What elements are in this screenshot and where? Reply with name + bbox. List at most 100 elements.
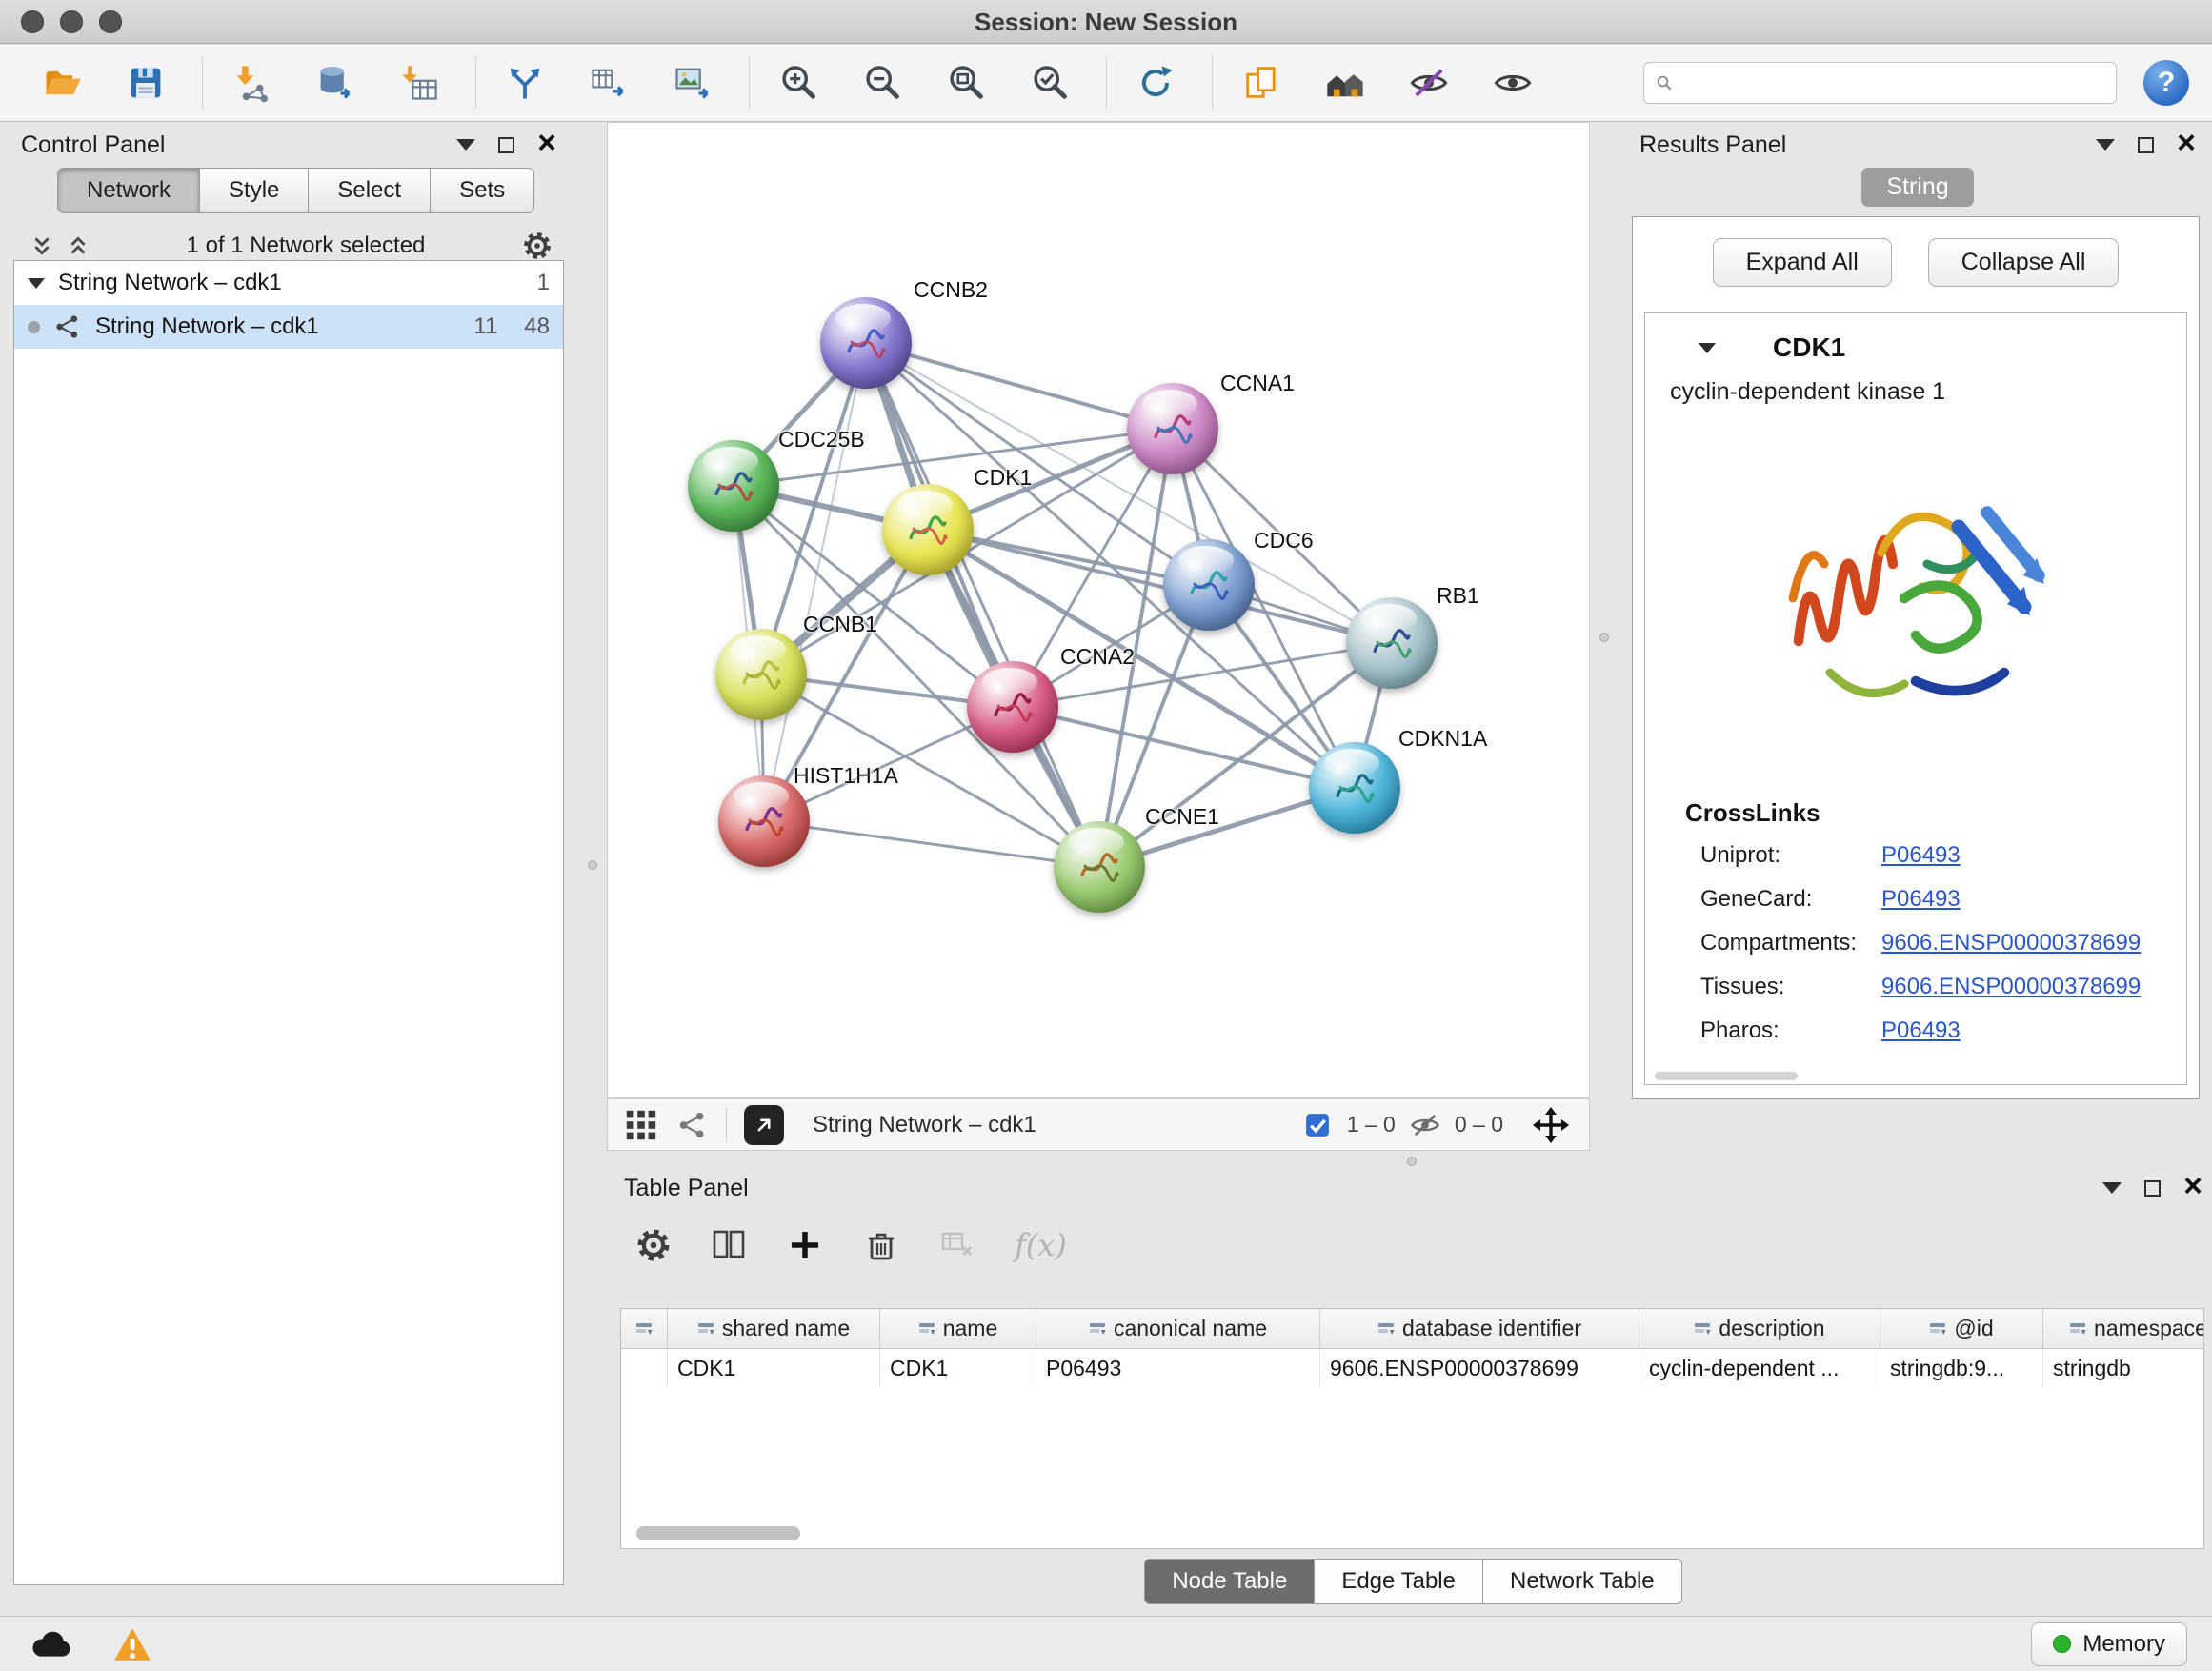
- home-neighbors-icon[interactable]: [1316, 53, 1375, 112]
- delete-column-trash-icon[interactable]: [862, 1226, 900, 1264]
- left-splitter-handle[interactable]: [588, 860, 597, 870]
- panel-close-icon[interactable]: ×: [537, 127, 556, 159]
- network-share-icon[interactable]: [676, 1109, 709, 1141]
- network-node-rb1[interactable]: [1346, 597, 1438, 689]
- show-all-eye-icon[interactable]: [1483, 53, 1542, 112]
- network-collection-row[interactable]: String Network – cdk1 1: [14, 261, 563, 305]
- network-node-ccne1[interactable]: [1054, 821, 1145, 913]
- column-header-name[interactable]: name: [880, 1309, 1036, 1348]
- protein-thumbnail-icon: [709, 463, 758, 513]
- network-node-cdkn1a[interactable]: [1309, 742, 1400, 834]
- table-cell[interactable]: P06493: [1036, 1349, 1320, 1387]
- network-node-cdc6[interactable]: [1163, 539, 1255, 631]
- tab-node-table[interactable]: Node Table: [1144, 1559, 1315, 1604]
- export-image-icon[interactable]: [663, 53, 722, 112]
- search-input[interactable]: [1682, 70, 2104, 96]
- panel-menu-icon[interactable]: [2102, 1182, 2122, 1194]
- import-network-file-icon[interactable]: [222, 53, 281, 112]
- column-header-namespace[interactable]: namespace: [2043, 1309, 2204, 1348]
- import-network-database-icon[interactable]: [306, 53, 365, 112]
- export-network-icon[interactable]: [579, 53, 638, 112]
- copy-document-icon[interactable]: [1232, 53, 1291, 112]
- save-session-icon[interactable]: [116, 53, 175, 112]
- open-in-browser-icon[interactable]: [744, 1105, 784, 1145]
- network-options-gear-icon[interactable]: [522, 231, 553, 261]
- gene-disclosure-triangle-icon[interactable]: [1699, 343, 1716, 353]
- birdseye-crosshair-icon[interactable]: [1532, 1106, 1570, 1144]
- tab-sets[interactable]: Sets: [431, 168, 534, 213]
- column-header--id[interactable]: @id: [1880, 1309, 2043, 1348]
- column-header-canonical-name[interactable]: canonical name: [1036, 1309, 1320, 1348]
- search-box[interactable]: [1643, 62, 2117, 104]
- collapse-all-chevron-icon[interactable]: [67, 234, 90, 257]
- memory-button[interactable]: Memory: [2031, 1622, 2187, 1666]
- crosslink-value-link[interactable]: P06493: [1881, 1017, 1961, 1044]
- open-session-icon[interactable]: [32, 53, 91, 112]
- panel-close-icon[interactable]: ×: [2177, 127, 2196, 159]
- zoom-in-icon[interactable]: [769, 53, 828, 112]
- warning-icon[interactable]: [112, 1626, 152, 1662]
- zoom-selected-icon[interactable]: [1020, 53, 1079, 112]
- tab-style[interactable]: Style: [200, 168, 309, 213]
- crosslink-value-link[interactable]: P06493: [1881, 842, 1961, 869]
- panel-close-icon[interactable]: ×: [2183, 1170, 2202, 1202]
- panel-float-icon[interactable]: [2138, 137, 2154, 153]
- hide-selected-eye-icon[interactable]: [1399, 53, 1458, 112]
- table-cell[interactable]: cyclin-dependent ...: [1639, 1349, 1880, 1387]
- table-cell[interactable]: CDK1: [880, 1349, 1036, 1387]
- table-options-gear-icon[interactable]: [635, 1227, 672, 1263]
- tab-network[interactable]: Network: [57, 168, 200, 213]
- column-header-description[interactable]: description: [1639, 1309, 1880, 1348]
- show-columns-icon[interactable]: [710, 1226, 748, 1264]
- tab-edge-table[interactable]: Edge Table: [1315, 1559, 1483, 1604]
- panel-menu-icon[interactable]: [456, 139, 475, 151]
- column-header-shared-name[interactable]: shared name: [668, 1309, 880, 1348]
- tab-string[interactable]: String: [1861, 168, 1973, 207]
- crosslink-value-link[interactable]: 9606.ENSP00000378699: [1881, 974, 2141, 1000]
- tab-network-table[interactable]: Network Table: [1483, 1559, 1682, 1604]
- network-node-hist1h1a[interactable]: [718, 775, 810, 867]
- cloud-icon[interactable]: [29, 1628, 72, 1661]
- help-icon[interactable]: ?: [2143, 60, 2189, 106]
- network-row-label: String Network – cdk1: [95, 313, 319, 340]
- results-horizontal-scrollbar[interactable]: [1655, 1072, 1798, 1080]
- panel-float-icon[interactable]: [498, 137, 514, 153]
- network-row-selected[interactable]: String Network – cdk1 11 48: [14, 305, 563, 349]
- table-cell[interactable]: CDK1: [668, 1349, 880, 1387]
- collapse-all-button[interactable]: Collapse All: [1928, 238, 2120, 287]
- refresh-layout-icon[interactable]: [1126, 53, 1185, 112]
- network-edge-ccnb2-hist1h1a[interactable]: [764, 343, 866, 821]
- import-table-icon[interactable]: [390, 53, 449, 112]
- panel-menu-icon[interactable]: [2096, 139, 2115, 151]
- network-node-ccna1[interactable]: [1127, 383, 1218, 474]
- create-column-plus-icon[interactable]: [786, 1226, 824, 1264]
- table-row[interactable]: CDK1CDK1P064939606.ENSP00000378699cyclin…: [621, 1349, 2203, 1387]
- network-edge-hist1h1a-ccne1[interactable]: [764, 821, 1099, 867]
- network-node-ccnb2[interactable]: [820, 297, 912, 389]
- table-cell[interactable]: stringdb:9...: [1880, 1349, 2043, 1387]
- zoom-fit-icon[interactable]: [936, 53, 995, 112]
- network-edge-ccnb2-ccne1[interactable]: [866, 343, 1099, 867]
- network-canvas[interactable]: CCNB2CCNA1CDC25BCDK1CDC6RB1CCNB1CCNA2CDK…: [607, 122, 1590, 1098]
- expand-all-chevron-icon[interactable]: [30, 234, 53, 257]
- network-node-cdc25b[interactable]: [688, 440, 779, 532]
- network-node-ccnb1[interactable]: [715, 629, 807, 720]
- table-cell[interactable]: 9606.ENSP00000378699: [1320, 1349, 1639, 1387]
- grid-view-icon[interactable]: [623, 1107, 659, 1143]
- crosslink-value-link[interactable]: P06493: [1881, 886, 1961, 913]
- tab-select[interactable]: Select: [309, 168, 431, 213]
- zoom-out-icon[interactable]: [853, 53, 912, 112]
- panel-float-icon[interactable]: [2144, 1180, 2161, 1197]
- network-node-ccna2[interactable]: [967, 661, 1058, 753]
- crosslink-value-link[interactable]: 9606.ENSP00000378699: [1881, 930, 2141, 956]
- right-splitter-handle[interactable]: [1599, 633, 1609, 642]
- expand-all-button[interactable]: Expand All: [1713, 238, 1892, 287]
- network-node-cdk1[interactable]: [882, 484, 974, 575]
- bottom-splitter-handle[interactable]: [1407, 1157, 1417, 1166]
- table-horizontal-scrollbar[interactable]: [636, 1526, 800, 1540]
- column-header-database-identifier[interactable]: database identifier: [1320, 1309, 1639, 1348]
- network-edge-cdk1-rb1[interactable]: [928, 530, 1392, 643]
- table-cell[interactable]: stringdb: [2043, 1349, 2204, 1387]
- network-branch-icon[interactable]: [495, 53, 554, 112]
- disclosure-triangle-icon[interactable]: [28, 278, 45, 289]
